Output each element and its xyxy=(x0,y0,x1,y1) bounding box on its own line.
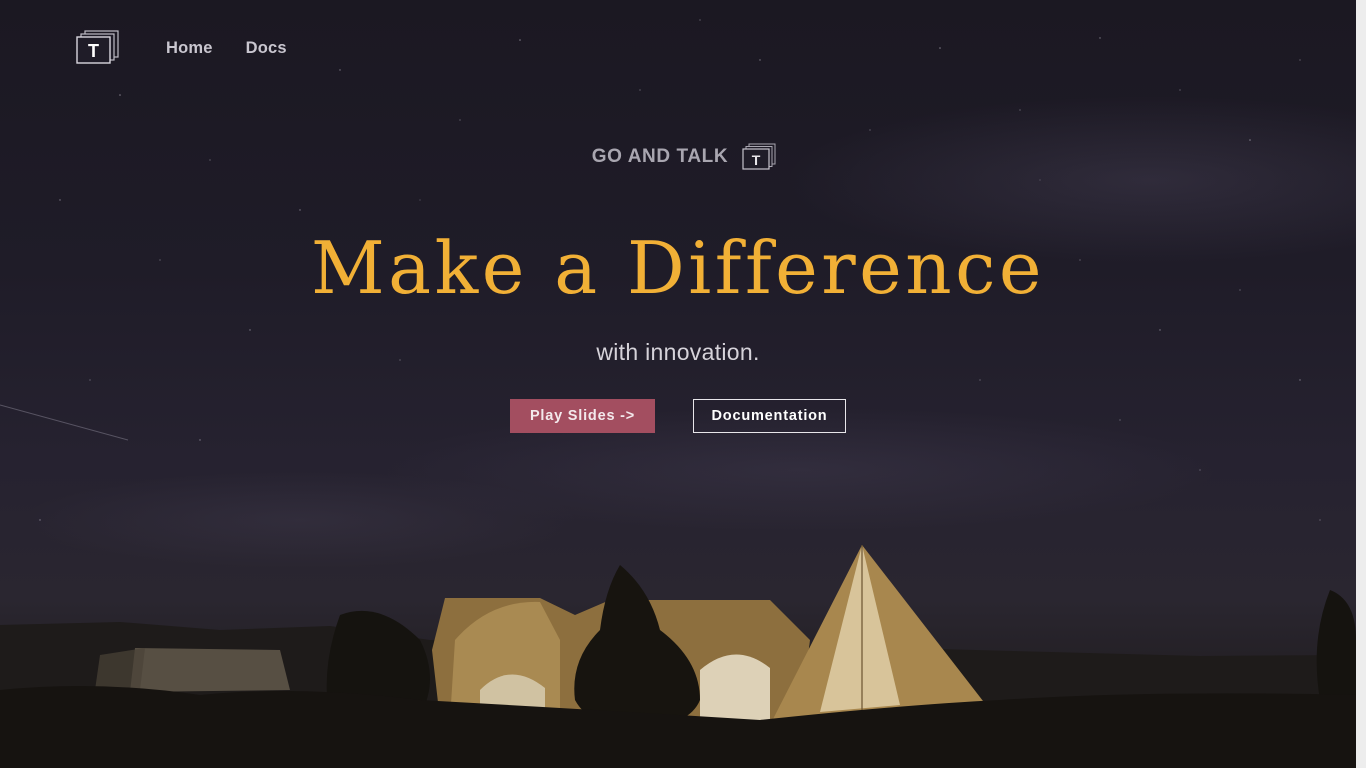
svg-text:T: T xyxy=(88,41,99,61)
campsite-scene xyxy=(0,545,1356,768)
brand-logo-icon: T xyxy=(742,143,776,171)
brand-row: GO AND TALK T xyxy=(0,143,1356,171)
svg-text:T: T xyxy=(752,152,761,168)
scrollbar[interactable] xyxy=(1356,0,1366,768)
landing-page: T Home Docs GO AND TALK T Make a Differe… xyxy=(0,0,1356,768)
brand-name: GO AND TALK xyxy=(591,146,729,167)
logo-icon[interactable]: T xyxy=(76,30,120,66)
nav-link-docs[interactable]: Docs xyxy=(246,39,287,58)
hero-subheading: with innovation. xyxy=(596,339,760,365)
documentation-button[interactable]: Documentation xyxy=(693,399,846,433)
play-slides-button[interactable]: Play Slides -> xyxy=(510,399,655,433)
top-nav: T Home Docs xyxy=(76,30,320,66)
hero-buttons: Play Slides -> Documentation xyxy=(510,399,846,433)
nav-link-home[interactable]: Home xyxy=(166,39,213,58)
hero-headline: Make a Difference xyxy=(310,226,1046,310)
